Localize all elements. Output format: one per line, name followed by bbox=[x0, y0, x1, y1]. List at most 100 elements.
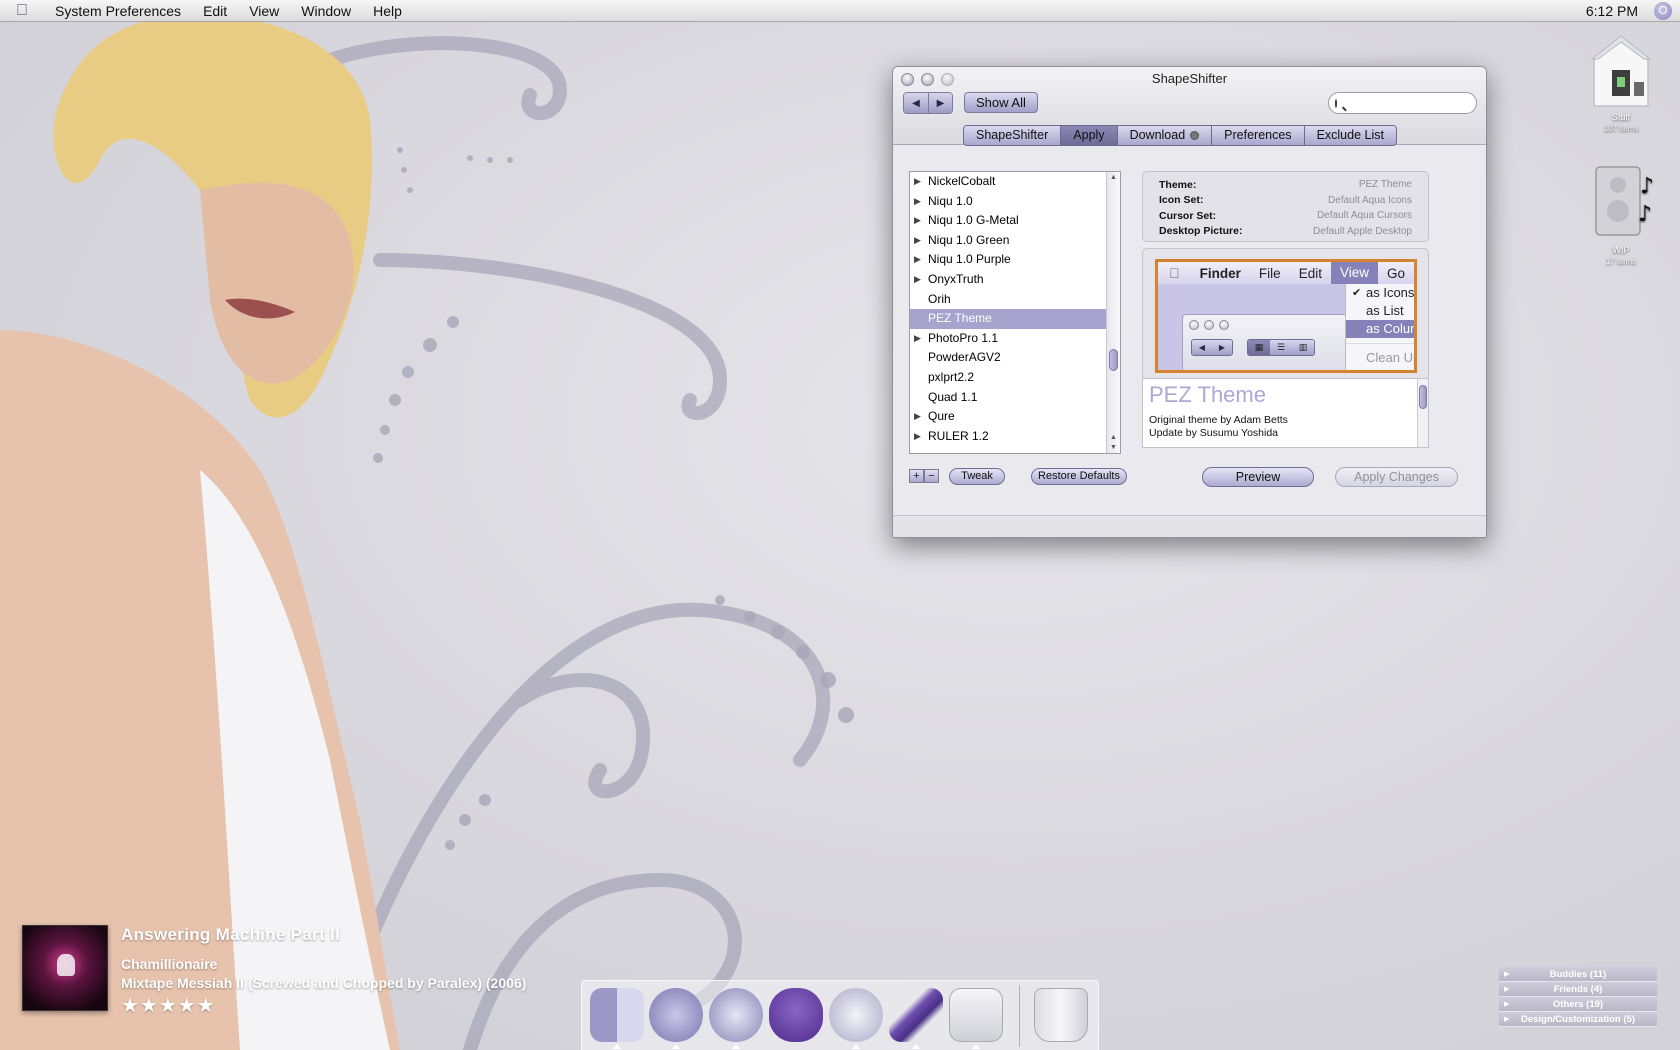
search-icon bbox=[1335, 98, 1337, 108]
theme-list-item[interactable]: PEZ Theme bbox=[910, 309, 1106, 329]
buddy-group-others[interactable]: ▶ Others (19) bbox=[1499, 997, 1657, 1012]
scroll-up-arrow-icon[interactable]: ▲ bbox=[1110, 174, 1117, 181]
disclosure-triangle-icon[interactable]: ▶ bbox=[914, 231, 921, 251]
desktop-icon-stuff[interactable]: Stuff 107 items bbox=[1585, 34, 1657, 134]
album-art bbox=[22, 925, 108, 1011]
theme-list-item[interactable]: PowderAGV2 bbox=[910, 348, 1106, 368]
info-row-desktop: Desktop Picture: Default Apple Desktop bbox=[1159, 224, 1412, 240]
buddy-group-friends-label: Friends (4) bbox=[1553, 984, 1603, 995]
dock-separator bbox=[1019, 985, 1020, 1047]
disclosure-triangle-icon[interactable]: ▶ bbox=[914, 192, 921, 212]
disclosure-triangle-icon[interactable]: ▶ bbox=[914, 329, 921, 349]
preview-dd-icons: ✔ as Icons bbox=[1346, 284, 1414, 302]
safari-running-indicator bbox=[732, 1044, 740, 1049]
add-theme-button[interactable]: + bbox=[909, 469, 924, 483]
info-val-desktop: Default Apple Desktop bbox=[1313, 225, 1412, 237]
theme-list-item[interactable]: ▶ Niqu 1.0 Purple bbox=[910, 250, 1106, 270]
theme-info-panel: Theme: PEZ Theme Icon Set: Default Aqua … bbox=[1142, 171, 1429, 242]
theme-list-item[interactable]: ▶ Qure bbox=[910, 407, 1106, 427]
theme-list-item[interactable]: Quad 1.1 bbox=[910, 388, 1106, 408]
forward-arrow-icon[interactable]: ▶ bbox=[928, 93, 952, 113]
dashboard-running-indicator bbox=[672, 1044, 680, 1049]
scroll-up-arrow-icon-lower[interactable]: ▲ bbox=[1110, 434, 1117, 441]
menubar-clock[interactable]: 6:12 PM bbox=[1570, 3, 1654, 19]
system-preferences-icon[interactable] bbox=[949, 988, 1003, 1042]
theme-list-item[interactable]: ▶ Niqu 1.0 Green bbox=[910, 231, 1106, 251]
preview-dd-list: as List bbox=[1366, 303, 1404, 318]
dashboard-icon[interactable] bbox=[649, 988, 703, 1042]
disclosure-triangle-icon: ▶ bbox=[1504, 1001, 1510, 1008]
tab-shapeshifter[interactable]: ShapeShifter bbox=[964, 126, 1061, 145]
theme-list-scrollbar[interactable]: ▲ ▲ ▼ bbox=[1106, 172, 1120, 453]
description-line-1: Original theme by Adam Betts bbox=[1149, 414, 1288, 426]
buddy-group-friends[interactable]: ▶ Friends (4) bbox=[1499, 982, 1657, 997]
disclosure-triangle-icon[interactable]: ▶ bbox=[914, 211, 921, 231]
preview-button[interactable]: Preview bbox=[1202, 467, 1314, 487]
search-field[interactable] bbox=[1328, 92, 1486, 114]
theme-list-item[interactable]: ▶ RULER 1.2 bbox=[910, 427, 1106, 447]
tweak-button[interactable]: Tweak bbox=[949, 468, 1005, 485]
description-scroll-thumb[interactable] bbox=[1419, 385, 1427, 409]
theme-list[interactable]: ▶ NickelCobalt ▶ Niqu 1.0 ▶ Niqu 1.0 G-Metal ▶… bbox=[909, 171, 1121, 454]
theme-list-item[interactable]: ▶ Niqu 1.0 bbox=[910, 192, 1106, 212]
theme-list-item[interactable]: ▶ OnyxTruth bbox=[910, 270, 1106, 290]
svg-text:♪: ♪ bbox=[1640, 174, 1654, 199]
search-input[interactable] bbox=[1343, 96, 1486, 110]
menu-help[interactable]: Help bbox=[362, 0, 413, 22]
info-row-cursor: Cursor Set: Default Aqua Cursors bbox=[1159, 208, 1412, 224]
scroll-down-arrow-icon[interactable]: ▼ bbox=[1110, 444, 1117, 451]
safari-icon[interactable] bbox=[709, 988, 763, 1042]
tab-exclude-list[interactable]: Exclude List bbox=[1303, 126, 1396, 145]
finder-running-indicator bbox=[613, 1044, 621, 1049]
apple-menu-icon[interactable]:  bbox=[0, 2, 44, 20]
preview-list-view-icon: ☰ bbox=[1270, 340, 1292, 355]
disclosure-triangle-icon[interactable]: ▶ bbox=[914, 427, 921, 447]
tab-preferences[interactable]: Preferences bbox=[1211, 126, 1304, 145]
theme-list-item[interactable]: pxlprt2.2 bbox=[910, 368, 1106, 388]
preview-menu-finder: Finder bbox=[1199, 265, 1241, 281]
theme-list-item-label: Qure bbox=[928, 409, 955, 424]
menu-view[interactable]: View bbox=[238, 0, 290, 22]
disclosure-triangle-icon[interactable]: ▶ bbox=[914, 270, 921, 290]
menu-window[interactable]: Window bbox=[290, 0, 362, 22]
menu-edit[interactable]: Edit bbox=[192, 0, 238, 22]
itunes-icon[interactable] bbox=[829, 988, 883, 1042]
back-forward-control: ◀ ▶ bbox=[903, 92, 953, 114]
remove-theme-button[interactable]: − bbox=[924, 469, 939, 483]
description-text: Original theme by Adam Betts Update by S… bbox=[1143, 408, 1428, 440]
tab-apply[interactable]: Apply bbox=[1060, 126, 1117, 145]
theme-list-item-label: RULER 1.2 bbox=[928, 428, 989, 443]
tab-download[interactable]: Download bbox=[1116, 126, 1212, 145]
finder-icon[interactable] bbox=[590, 988, 644, 1042]
description-scrollbar[interactable] bbox=[1417, 379, 1428, 447]
preview-menubar:  Finder File Edit View Go bbox=[1158, 262, 1414, 284]
theme-list-item[interactable]: ▶ Niqu 1.0 G-Metal bbox=[910, 211, 1106, 231]
preview-dd-columns: as Columns bbox=[1346, 320, 1414, 338]
disclosure-triangle-icon[interactable]: ▶ bbox=[914, 250, 921, 270]
itunes-running-indicator bbox=[852, 1044, 860, 1049]
theme-list-item[interactable]: ▶ PhotoPro 1.1 bbox=[910, 329, 1106, 349]
buddy-group-design[interactable]: ▶ Design/Customization (5) bbox=[1499, 1012, 1657, 1027]
preview-finder-window: ◀ ▶ ▦ ☰ ▥ bbox=[1182, 314, 1352, 370]
preview-close-icon bbox=[1189, 320, 1199, 330]
track-rating[interactable]: ★★★★★ bbox=[121, 993, 216, 1018]
disclosure-triangle-icon[interactable]: ▶ bbox=[914, 172, 921, 192]
back-arrow-icon[interactable]: ◀ bbox=[904, 93, 928, 113]
buddy-group-buddies[interactable]: ▶ Buddies (11) bbox=[1499, 967, 1657, 982]
quill-pen-icon[interactable] bbox=[889, 988, 943, 1042]
scroll-thumb[interactable] bbox=[1109, 349, 1118, 371]
theme-list-item[interactable]: Orih bbox=[910, 290, 1106, 310]
trash-icon[interactable] bbox=[1034, 988, 1088, 1042]
info-key-desktop: Desktop Picture: bbox=[1159, 225, 1243, 238]
disclosure-triangle-icon[interactable]: ▶ bbox=[914, 407, 921, 427]
restore-defaults-button[interactable]: Restore Defaults bbox=[1031, 468, 1127, 485]
theme-list-item[interactable]: ▶ NickelCobalt bbox=[910, 172, 1106, 192]
spotlight-icon[interactable] bbox=[1654, 1, 1672, 20]
menu-app-name[interactable]: System Preferences bbox=[44, 0, 192, 22]
apply-changes-button[interactable]: Apply Changes bbox=[1335, 467, 1458, 487]
show-all-button[interactable]: Show All bbox=[964, 92, 1038, 113]
track-title: Answering Machine Part II bbox=[121, 925, 341, 944]
desktop-icon-wip[interactable]: ♪ ♪ WIP 17 items bbox=[1585, 163, 1657, 267]
adium-duck-icon[interactable] bbox=[769, 988, 823, 1042]
theme-description[interactable]: PEZ Theme Original theme by Adam Betts U… bbox=[1142, 378, 1429, 448]
